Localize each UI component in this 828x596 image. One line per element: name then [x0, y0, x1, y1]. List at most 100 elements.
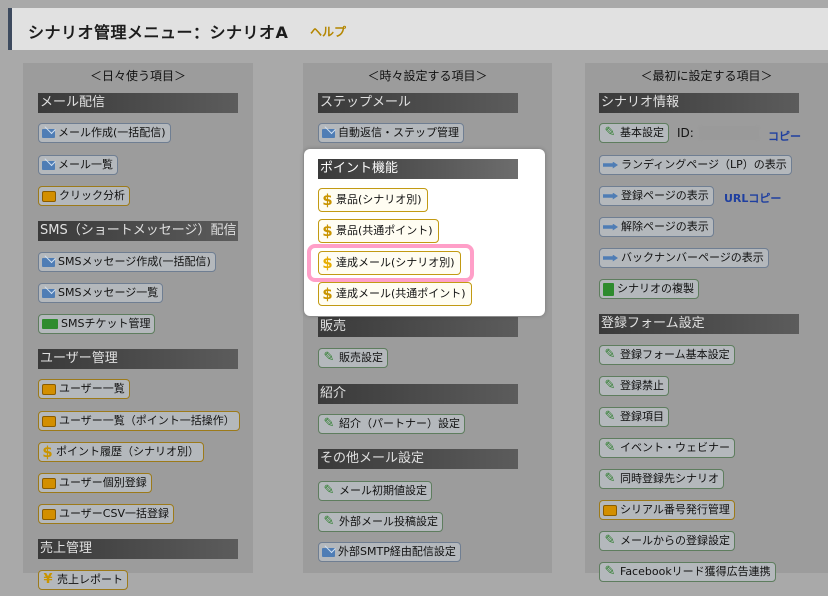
scenario-id-value — [699, 126, 759, 140]
cancel-page-button[interactable]: 解除ページの表示 — [599, 217, 714, 237]
landing-page-button[interactable]: ランディングページ（LP）の表示 — [599, 155, 792, 175]
form-basic-button[interactable]: ✎ 登録フォーム基本設定 — [599, 345, 735, 365]
dollar-icon: $ — [322, 285, 333, 303]
pencil-icon: ✎ — [604, 378, 616, 393]
dollar-icon: $ — [322, 222, 333, 240]
mail-icon — [42, 257, 55, 267]
external-post-button[interactable]: ✎ 外部メール投稿設定 — [318, 512, 443, 532]
point-history-label: ポイント履歴（シナリオ別） — [56, 445, 199, 458]
form-items-label: 登録項目 — [620, 410, 664, 423]
simultaneous-button[interactable]: ✎ 同時登録先シナリオ — [599, 469, 724, 489]
url-copy-link[interactable]: URLコピー — [724, 190, 781, 206]
pencil-icon: ✎ — [604, 409, 616, 424]
user-register-label: ユーザー個別登録 — [59, 476, 147, 489]
dollar-icon: $ — [322, 191, 333, 209]
simultaneous-label: 同時登録先シナリオ — [620, 472, 719, 485]
achieve-scenario-button[interactable]: $ 達成メール(シナリオ別) — [318, 251, 461, 275]
facebook-label: Facebookリード獲得広告連携 — [620, 565, 771, 578]
mail-create-label: メール作成(一括配信) — [58, 126, 166, 139]
mail-icon — [322, 128, 335, 138]
pencil-icon: ✎ — [323, 350, 335, 365]
user-list-button[interactable]: ユーザー一覧 — [38, 379, 130, 399]
id-copy-link[interactable]: コピー — [768, 128, 801, 144]
intro-settings-button[interactable]: ✎ 紹介（パートナー）設定 — [318, 414, 465, 434]
arrow-right-icon — [603, 161, 618, 169]
achieve-shared-button[interactable]: $ 達成メール(共通ポイント) — [318, 282, 472, 306]
pencil-icon: ✎ — [323, 416, 335, 431]
sms-list-label: SMSメッセージ一覧 — [58, 286, 159, 299]
help-link[interactable]: ヘルプ — [310, 23, 346, 40]
facebook-button[interactable]: ✎ Facebookリード獲得広告連携 — [599, 562, 776, 582]
prize-shared-label: 景品(共通ポイント) — [336, 224, 433, 237]
copy-icon — [603, 282, 614, 296]
section-sales-report: 売上管理 — [38, 539, 238, 559]
section-sms: SMS（ショートメッセージ）配信 — [38, 221, 238, 241]
form-basic-label: 登録フォーム基本設定 — [620, 348, 730, 361]
page-title: シナリオ管理メニュー：シナリオA — [28, 23, 289, 42]
sms-create-label: SMSメッセージ作成(一括配信) — [58, 255, 211, 268]
section-step-mail: ステップメール — [318, 93, 518, 113]
form-items-button[interactable]: ✎ 登録項目 — [599, 407, 669, 427]
pencil-icon: ✎ — [604, 125, 616, 140]
user-register-button[interactable]: ユーザー個別登録 — [38, 473, 152, 493]
basic-settings-label: 基本設定 — [620, 126, 664, 139]
click-analysis-button[interactable]: クリック分析 — [38, 186, 130, 206]
section-user: ユーザー管理 — [38, 349, 238, 369]
scenario-id-label: ID: — [677, 126, 694, 140]
register-page-button[interactable]: 登録ページの表示 — [599, 186, 714, 206]
section-sales: 販売 — [318, 317, 518, 337]
yen-icon: ¥ — [43, 572, 53, 587]
user-list-label: ユーザー一覧 — [59, 382, 125, 395]
auto-reply-button[interactable]: 自動返信・ステップ管理 — [318, 123, 464, 143]
arrow-right-icon — [603, 192, 618, 200]
mail-create-button[interactable]: メール作成(一括配信) — [38, 123, 171, 143]
sales-report-label: 売上レポート — [57, 573, 123, 586]
user-list-bulk-button[interactable]: ユーザー一覧（ポイント一括操作） — [38, 411, 240, 431]
column-daily-title: ＜日々使う項目＞ — [89, 69, 186, 83]
sales-settings-button[interactable]: ✎ 販売設定 — [318, 348, 388, 368]
external-post-label: 外部メール投稿設定 — [339, 515, 438, 528]
mail-list-label: メール一覧 — [58, 158, 113, 171]
register-page-label: 登録ページの表示 — [621, 189, 709, 202]
mail-register-button[interactable]: ✎ メールからの登録設定 — [599, 531, 735, 551]
briefcase-icon — [42, 508, 56, 520]
basic-settings-button[interactable]: ✎ 基本設定 — [599, 123, 669, 143]
prize-scenario-button[interactable]: $ 景品(シナリオ別) — [318, 188, 428, 212]
form-ban-button[interactable]: ✎ 登録禁止 — [599, 376, 669, 396]
briefcase-icon — [603, 504, 617, 516]
section-point-feature: ポイント機能 — [318, 159, 518, 179]
column-initial-title: ＜最初に設定する項目＞ — [640, 69, 773, 83]
section-intro: 紹介 — [318, 384, 518, 404]
column-daily: ＜日々使う項目＞ メール配信 メール作成(一括配信) メール一覧 クリック分析 … — [23, 63, 253, 590]
mail-initial-button[interactable]: ✎ メール初期値設定 — [318, 481, 432, 501]
briefcase-icon — [42, 190, 56, 202]
intro-settings-label: 紹介（パートナー）設定 — [339, 417, 460, 430]
backnumber-page-button[interactable]: バックナンバーページの表示 — [599, 248, 769, 268]
sms-ticket-button[interactable]: SMSチケット管理 — [38, 314, 156, 334]
user-csv-button[interactable]: ユーザーCSV一括登録 — [38, 504, 174, 524]
mail-list-button[interactable]: メール一覧 — [38, 155, 118, 175]
pencil-icon: ✎ — [604, 533, 616, 548]
cancel-page-label: 解除ページの表示 — [621, 220, 709, 233]
duplicate-button[interactable]: シナリオの複製 — [599, 279, 699, 299]
landing-page-label: ランディングページ（LP）の表示 — [621, 158, 787, 171]
sms-list-button[interactable]: SMSメッセージ一覧 — [38, 283, 164, 303]
sales-report-button[interactable]: ¥ 売上レポート — [38, 570, 128, 590]
briefcase-icon — [42, 477, 56, 489]
point-history-button[interactable]: $ ポイント履歴（シナリオ別） — [38, 442, 204, 462]
event-webinar-button[interactable]: ✎ イベント・ウェビナー — [599, 438, 735, 458]
user-list-bulk-label: ユーザー一覧（ポイント一括操作） — [59, 414, 235, 427]
prize-shared-button[interactable]: $ 景品(共通ポイント) — [318, 219, 439, 243]
ticket-icon — [42, 319, 58, 329]
column-initial: ＜最初に設定する項目＞ シナリオ情報 ✎ 基本設定 ID: コピー ランディングペ… — [585, 63, 828, 582]
sms-create-button[interactable]: SMSメッセージ作成(一括配信) — [38, 252, 216, 272]
serial-button[interactable]: シリアル番号発行管理 — [599, 500, 735, 520]
pencil-icon: ✎ — [604, 564, 616, 579]
section-other-mail: その他メール設定 — [318, 449, 518, 469]
mail-icon — [42, 288, 55, 298]
form-ban-label: 登録禁止 — [620, 379, 664, 392]
section-scenario-info: シナリオ情報 — [599, 93, 799, 113]
dollar-icon: $ — [322, 254, 333, 272]
smtp-button[interactable]: 外部SMTP経由配信設定 — [318, 542, 461, 562]
pencil-icon: ✎ — [604, 347, 616, 362]
